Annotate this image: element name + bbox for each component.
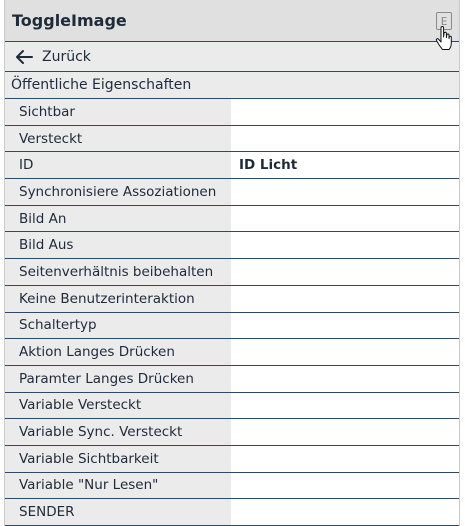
property-row[interactable]: Variable Versteckt	[5, 392, 459, 420]
property-label: Versteckt	[5, 125, 231, 152]
property-value[interactable]	[231, 179, 459, 205]
property-value[interactable]	[231, 365, 459, 392]
property-row[interactable]: Variable "Nur Lesen"	[5, 472, 459, 500]
property-label: Seitenverhältnis beibehalten	[5, 259, 231, 285]
property-label: Paramter Langes Drücken	[5, 365, 231, 392]
property-value[interactable]: ID Licht	[231, 152, 459, 179]
property-row[interactable]: SENDER	[5, 499, 459, 526]
edit-icon-letter: E	[440, 14, 448, 28]
property-value[interactable]	[231, 392, 459, 419]
property-value[interactable]	[231, 259, 459, 285]
property-label: Keine Benutzerinteraktion	[5, 285, 231, 312]
property-label: SENDER	[5, 499, 231, 525]
property-row[interactable]: Variable Sichtbarkeit	[5, 445, 459, 473]
properties-panel: ToggleImage E Zurück Öffentliche Eigensc…	[4, 0, 460, 526]
property-value[interactable]	[231, 99, 459, 125]
property-row[interactable]: Bild An	[5, 205, 459, 233]
panel-title: ToggleImage	[12, 11, 127, 30]
property-row[interactable]: Keine Benutzerinteraktion	[5, 285, 459, 313]
property-row[interactable]: Seitenverhältnis beibehalten	[5, 259, 459, 286]
property-value[interactable]	[231, 312, 459, 339]
property-value[interactable]	[231, 205, 459, 232]
property-label: Bild An	[5, 205, 231, 232]
property-label: ID	[5, 152, 231, 179]
properties-list: Sichtbar Versteckt ID ID Licht Synchronisier…	[5, 99, 459, 526]
property-label: Synchronisiere Assoziationen	[5, 179, 231, 205]
arrow-left-icon	[16, 49, 33, 64]
property-value[interactable]	[231, 339, 459, 365]
property-value[interactable]	[231, 285, 459, 312]
property-label: Aktion Langes Drücken	[5, 339, 231, 365]
back-label: Zurück	[42, 48, 91, 65]
property-row[interactable]: Sichtbar	[5, 99, 459, 126]
hand-cursor-icon	[435, 26, 452, 50]
property-row[interactable]: Aktion Langes Drücken	[5, 339, 459, 366]
property-label: Variable "Nur Lesen"	[5, 472, 231, 499]
property-label: Variable Versteckt	[5, 392, 231, 419]
property-value[interactable]	[231, 419, 459, 445]
section-header: Öffentliche Eigenschaften	[5, 72, 459, 99]
property-value[interactable]	[231, 125, 459, 152]
property-row[interactable]: ID ID Licht	[5, 152, 459, 180]
property-row[interactable]: Synchronisiere Assoziationen	[5, 179, 459, 206]
back-button[interactable]: Zurück	[5, 42, 459, 72]
property-label: Schaltertyp	[5, 312, 231, 339]
property-value[interactable]	[231, 445, 459, 472]
property-row[interactable]: Versteckt	[5, 125, 459, 153]
property-value[interactable]	[231, 472, 459, 499]
property-row[interactable]: Bild Aus	[5, 232, 459, 260]
property-row[interactable]: Variable Sync. Versteckt	[5, 419, 459, 446]
property-label: Bild Aus	[5, 232, 231, 259]
property-value[interactable]	[231, 499, 459, 525]
panel-header: ToggleImage E	[5, 0, 459, 50]
property-row[interactable]: Schaltertyp	[5, 312, 459, 340]
property-label: Sichtbar	[5, 99, 231, 125]
property-label: Variable Sichtbarkeit	[5, 445, 231, 472]
property-label: Variable Sync. Versteckt	[5, 419, 231, 445]
property-value[interactable]	[231, 232, 459, 259]
property-row[interactable]: Paramter Langes Drücken	[5, 365, 459, 393]
